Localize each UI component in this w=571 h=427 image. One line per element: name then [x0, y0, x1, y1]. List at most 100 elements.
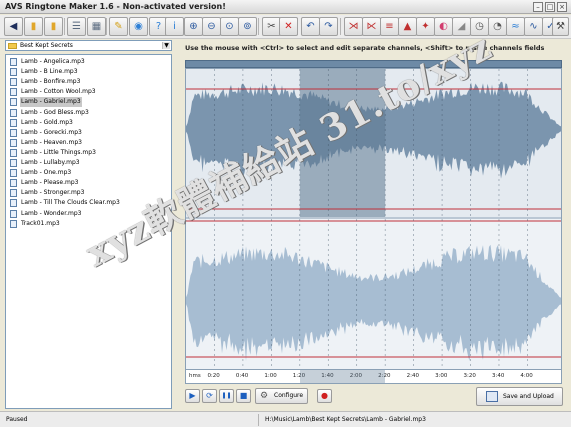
file-name: Lamb - Please.mp3 — [21, 179, 79, 187]
file-name: Lamb - Stronger.mp3 — [21, 189, 85, 197]
effect-icon[interactable]: ✦ — [416, 17, 435, 36]
file-list-item[interactable]: Lamb - Till The Clouds Clear.mp3 — [9, 198, 169, 208]
waveform-canvas[interactable] — [186, 69, 562, 370]
undo-icon[interactable]: ↶ — [301, 17, 320, 36]
title-bar: AVS Ringtone Maker 1.6 - Non-activated v… — [0, 0, 571, 14]
file-name: Lamb - B Line.mp3 — [21, 68, 78, 76]
fade-out-icon[interactable]: ⋊ — [344, 17, 363, 36]
time-ruler: hms 0:20 0:40 1:00 1:20 1:40 2:00 2:20 2:40 3:00… — [185, 370, 562, 384]
file-list-item[interactable]: Lamb - Gorecki.mp3 — [9, 128, 169, 138]
open-file-icon[interactable]: ▮ — [24, 17, 43, 36]
file-list-item[interactable]: Lamb - Little Things.mp3 — [9, 148, 169, 158]
file-name: Lamb - Bonfire.mp3 — [21, 78, 81, 86]
file-list-item[interactable]: Lamb - Bonfire.mp3 — [9, 77, 169, 87]
pause-button[interactable]: ❚❚ — [219, 389, 234, 403]
audio-file-icon — [10, 189, 17, 198]
chevron-down-icon[interactable]: ▼ — [162, 42, 170, 49]
silence-icon[interactable]: ◢ — [452, 17, 471, 36]
zoom-in-icon[interactable]: ⊕ — [184, 17, 203, 36]
file-list-item[interactable]: Lamb - Gabriel.mp3 — [9, 97, 169, 108]
file-name: Lamb - Gorecki.mp3 — [21, 128, 82, 136]
details-view-icon[interactable]: ▦ — [87, 17, 106, 36]
open-folder-icon[interactable]: ▮ — [44, 17, 63, 36]
list-view-icon[interactable]: ☰ — [67, 17, 86, 36]
audio-file-icon — [10, 219, 17, 228]
folder-dropdown[interactable]: Best Kept Secrets ▼ — [5, 40, 172, 51]
echo-icon[interactable]: ≈ — [506, 17, 525, 36]
file-list-item[interactable]: Lamb - Stronger.mp3 — [9, 188, 169, 198]
selection-range[interactable] — [299, 370, 386, 383]
selection-highlight — [299, 69, 386, 217]
eq-icon[interactable]: ∿ — [524, 17, 543, 36]
file-list-item[interactable]: Lamb - Wonder.mp3 — [9, 209, 169, 219]
web-icon[interactable]: ◉ — [129, 17, 148, 36]
file-list-item[interactable]: Track01.mp3 — [9, 219, 169, 229]
reverse-icon[interactable]: ◐ — [434, 17, 453, 36]
play-button[interactable]: ▶ — [185, 389, 200, 403]
file-list-item[interactable]: Lamb - B Line.mp3 — [9, 67, 169, 77]
audio-file-icon — [10, 88, 17, 97]
toolbar-separator — [106, 18, 107, 35]
amplify-icon[interactable]: ▲ — [398, 17, 417, 36]
delete-icon[interactable]: ✕ — [279, 17, 298, 36]
edit-tag-icon[interactable]: ✎ — [109, 17, 128, 36]
zoom-out-icon[interactable]: ⊖ — [202, 17, 221, 36]
pitch-icon[interactable]: ◔ — [488, 17, 507, 36]
record-button[interactable]: ● — [317, 389, 332, 403]
loop-button[interactable]: ⟳ — [202, 389, 217, 403]
toolbar-separator — [258, 18, 259, 35]
status-divider — [258, 414, 259, 426]
editor-hint: Use the mouse with <Ctrl> to select and … — [185, 44, 545, 52]
time-unit-label: hms — [189, 373, 201, 379]
configure-button[interactable]: ⚙ Configure — [255, 388, 308, 404]
audio-file-icon — [10, 108, 17, 117]
maximize-button[interactable]: □ — [545, 2, 555, 12]
toolbar-separator — [64, 18, 65, 35]
audio-file-icon — [10, 148, 17, 157]
fade-in-icon[interactable]: ⋉ — [362, 17, 381, 36]
file-name: Track01.mp3 — [21, 219, 60, 227]
file-list-item[interactable]: Lamb - Heaven.mp3 — [9, 138, 169, 148]
stop-button[interactable]: ■ — [236, 389, 251, 403]
audio-file-icon — [10, 209, 17, 218]
file-name: Lamb - Gabriel.mp3 — [20, 97, 82, 108]
file-name: Lamb - One.mp3 — [21, 169, 72, 177]
file-list-item[interactable]: Lamb - Gold.mp3 — [9, 118, 169, 128]
audio-file-icon — [10, 98, 17, 107]
save-and-upload-button[interactable]: Save and Upload — [476, 387, 563, 406]
file-list-item[interactable]: Lamb - Please.mp3 — [9, 178, 169, 188]
zoom-all-icon[interactable]: ⊚ — [238, 17, 257, 36]
audio-file-icon — [10, 128, 17, 137]
time-tick-label: 0:20 — [207, 373, 220, 379]
overview-bar[interactable] — [185, 60, 562, 68]
toolbar: ◀ ▮ ▮ ☰ ▦ ✎ ◉? i ⊕ ⊖ ⊙ ⊚ ✂ ✕ ↶ ↷ ⋊ ⋉ ≡ ▲ ✦ ◐ ◢ ◷ ◔ ≈ ∿ ✓ ⚒ — [0, 15, 571, 39]
save-label: Save and Upload — [503, 393, 554, 400]
file-name: Lamb - Lullaby.mp3 — [21, 159, 80, 166]
audio-file-icon — [10, 58, 17, 66]
file-name: Lamb - Heaven.mp3 — [21, 138, 82, 146]
time-tick-label: 1:00 — [264, 373, 277, 379]
zoom-selection-icon[interactable]: ⊙ — [220, 17, 239, 36]
file-list-item[interactable]: Lamb - God Bless.mp3 — [9, 108, 169, 118]
normalize-icon[interactable]: ≡ — [380, 17, 399, 36]
back-icon[interactable]: ◀ — [4, 17, 23, 36]
close-button[interactable]: × — [557, 2, 567, 12]
redo-icon[interactable]: ↷ — [319, 17, 338, 36]
file-list-item[interactable]: Lamb - Lullaby.mp3 — [9, 158, 169, 168]
info-icon[interactable]: i — [165, 17, 184, 36]
file-list-item[interactable]: Lamb - Cotton Wool.mp3 — [9, 87, 169, 97]
time-tick-label: 3:00 — [435, 373, 448, 379]
audio-file-icon — [10, 199, 17, 208]
status-bar: Paused H:\Music\Lamb\Best Kept Secrets\L… — [0, 411, 571, 427]
audio-file-icon — [10, 169, 17, 178]
file-list-item[interactable]: Lamb - Angelica.mp3 — [9, 57, 169, 67]
configure-icon: ⚙ — [260, 391, 269, 401]
settings-icon[interactable]: ⚒ — [552, 17, 569, 36]
file-list[interactable]: Lamb - Angelica.mp3 Lamb - B Line.mp3 Lamb… — [5, 54, 172, 409]
time-tick-label: 2:40 — [406, 373, 419, 379]
tempo-icon[interactable]: ◷ — [470, 17, 489, 36]
audio-file-icon — [10, 179, 17, 188]
file-list-item[interactable]: Lamb - One.mp3 — [9, 168, 169, 178]
waveform-view[interactable] — [185, 68, 562, 370]
minimize-button[interactable]: – — [533, 2, 543, 12]
